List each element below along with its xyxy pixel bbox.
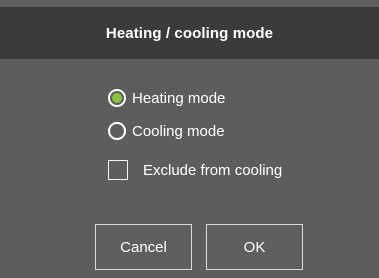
- exclude-from-cooling-label: Exclude from cooling: [143, 161, 283, 179]
- cooling-mode-radio[interactable]: [108, 122, 126, 140]
- heating-mode-label: Heating mode: [132, 89, 226, 107]
- cooling-mode-option[interactable]: Cooling mode: [108, 122, 225, 140]
- exclude-from-cooling-checkbox[interactable]: [108, 160, 128, 180]
- heating-mode-radio[interactable]: [108, 89, 126, 107]
- heating-cooling-dialog: Heating / cooling mode Heating mode Cool…: [0, 0, 379, 278]
- cancel-button[interactable]: Cancel: [95, 224, 192, 270]
- heating-mode-option[interactable]: Heating mode: [108, 89, 225, 107]
- cooling-mode-label: Cooling mode: [132, 122, 225, 140]
- exclude-from-cooling-option[interactable]: Exclude from cooling: [108, 160, 282, 180]
- radio-selected-dot: [112, 93, 122, 103]
- dialog-title-bar: Heating / cooling mode: [0, 7, 379, 59]
- ok-button[interactable]: OK: [206, 224, 303, 270]
- dialog-title: Heating / cooling mode: [105, 24, 274, 42]
